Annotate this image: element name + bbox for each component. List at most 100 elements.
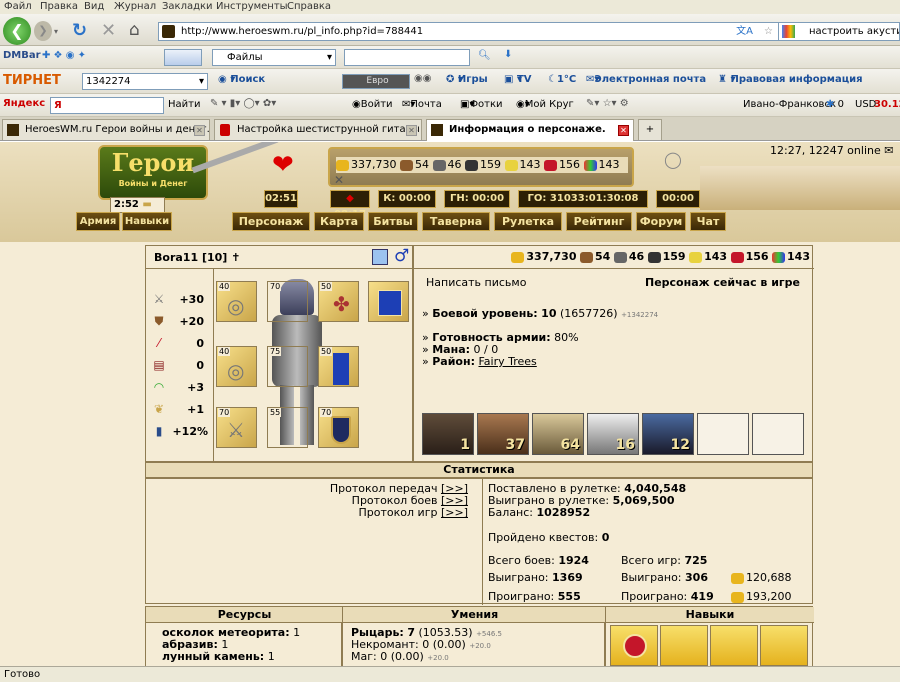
slot-boots[interactable]: 55 xyxy=(267,407,308,448)
tab-character-info[interactable]: Информация о персонаже. ✕ xyxy=(426,119,634,141)
search-box[interactable]: настроить акустичес xyxy=(778,22,900,41)
close-icon[interactable]: ✕ xyxy=(406,125,417,136)
yandex-search-input[interactable]: Я xyxy=(50,97,164,114)
slot-ring-1[interactable]: 40 ◎ xyxy=(216,281,257,322)
search-icon[interactable]: 🔍︎ xyxy=(478,50,491,61)
divider xyxy=(146,268,414,269)
menu-edit[interactable]: Правка xyxy=(40,1,78,12)
download-icon[interactable]: ⬇ xyxy=(504,49,512,60)
army-unit[interactable]: 12 xyxy=(642,413,694,455)
nav-rating[interactable]: Рейтинг xyxy=(566,212,632,231)
slot-ring-2[interactable]: 40 ◎ xyxy=(216,346,257,387)
tyrnet-search[interactable]: ◉ Поиск ▾ xyxy=(218,74,265,85)
tv-link[interactable]: ▣ TV ▾ xyxy=(504,74,532,85)
tab-heroeswm[interactable]: HeroesWM.ru Герои войны и денег. ... ✕ xyxy=(2,119,210,140)
slot-shield[interactable]: 70 xyxy=(318,407,359,448)
games-lost-label: Проиграно: xyxy=(621,590,688,603)
legal-link[interactable]: ♜ Правовая информация ▾ xyxy=(718,74,863,85)
nav-map[interactable]: Карта xyxy=(314,212,364,231)
tyrnet-input[interactable]: 1342274 ▾ xyxy=(82,73,208,90)
slot-armor[interactable]: 75 xyxy=(267,346,308,387)
menu-help[interactable]: Справка xyxy=(287,1,331,12)
nav-battles[interactable]: Битвы xyxy=(368,212,418,231)
translate-icon[interactable]: 文A xyxy=(736,23,753,40)
slot-amulet[interactable]: 50 ✤ xyxy=(318,281,359,322)
army-unit[interactable]: 1 xyxy=(422,413,474,455)
close-icon[interactable]: ✕ xyxy=(194,125,205,136)
reload-icon[interactable]: ↻ xyxy=(72,20,87,41)
mail-icon[interactable]: ✉ xyxy=(884,144,893,157)
yandex-extras-icon[interactable]: ✎▾ ☆▾ ⚙ xyxy=(586,98,629,109)
stop-icon[interactable]: ✕ xyxy=(101,20,116,41)
address-bar[interactable]: http://www.heroeswm.ru/pl_info.php?id=78… xyxy=(158,22,780,41)
login-link[interactable]: ◉ Войти xyxy=(352,99,393,110)
ring-icon: ◎ xyxy=(227,359,245,383)
menu-view[interactable]: Вид xyxy=(84,1,104,12)
slot-cloak[interactable]: 50 xyxy=(318,346,359,387)
games-won-value: 306 xyxy=(685,571,708,584)
yandex-find-button[interactable]: Найти xyxy=(168,99,200,110)
talent-slot[interactable] xyxy=(660,625,708,666)
tab-guitar[interactable]: Настройка шестиструнной гитары ✕ xyxy=(214,119,422,140)
army-unit[interactable]: 37 xyxy=(477,413,529,455)
nav-character[interactable]: Персонаж xyxy=(232,212,310,231)
district-link[interactable]: Fairy Trees xyxy=(478,355,536,368)
menu-tools[interactable]: Инструменты xyxy=(216,1,288,12)
online-status: Персонаж сейчас в игре xyxy=(644,276,800,289)
close-icon[interactable]: ✕ xyxy=(618,125,629,136)
write-letter-link[interactable]: Написать письмо xyxy=(426,276,526,289)
character-name[interactable]: Bora11 xyxy=(154,251,198,264)
nav-roulette[interactable]: Рулетка xyxy=(494,212,562,231)
mail-link[interactable]: ✉ Почта ▾ xyxy=(402,99,442,110)
slot-book[interactable] xyxy=(368,281,409,322)
skills-button[interactable]: Навыки xyxy=(122,212,172,231)
email-link[interactable]: ✉ Электронная почта ▾ xyxy=(586,74,706,85)
photos-link[interactable]: ▣ Фотки ▾ xyxy=(460,99,503,110)
dmbar-search-input[interactable] xyxy=(344,49,470,66)
game-logo[interactable]: Герои Войны и Денег xyxy=(98,145,208,200)
dmbar-tool-icon[interactable]: ✚ ❖ ◉ ✦ xyxy=(42,50,86,61)
menu-file[interactable]: Файл xyxy=(4,1,32,12)
back-arrow-icon[interactable]: ❮ xyxy=(3,17,31,45)
games-link[interactable]: ✪ Игры ▾ xyxy=(446,74,488,85)
army-unit[interactable]: 64 xyxy=(532,413,584,455)
talent-slot[interactable] xyxy=(710,625,758,666)
history-dropdown-icon[interactable]: ▾ xyxy=(54,27,58,36)
resource-value: 1 xyxy=(293,626,301,639)
initiative-icon: ▮ xyxy=(155,424,163,438)
bookmark-star-icon[interactable]: ☆ xyxy=(764,23,773,40)
media-controls-icon[interactable]: ◉◉ xyxy=(414,73,431,84)
skill-value: 0 xyxy=(380,650,388,663)
weather-temp[interactable]: ☾ 1°C xyxy=(548,74,576,85)
dmbar-button[interactable] xyxy=(164,49,202,66)
sword-icon: ⚔ xyxy=(227,418,245,442)
menu-bar: Файл Правка Вид Журнал Закладки Инструме… xyxy=(0,0,900,14)
city-label[interactable]: Ивано-Франковск xyxy=(743,99,836,110)
slot-helmet[interactable]: 70 xyxy=(267,281,308,322)
army-unit[interactable]: 16 xyxy=(587,413,639,455)
mail-label: Почта xyxy=(410,99,442,110)
nav-forum[interactable]: Форум xyxy=(636,212,686,231)
army-button[interactable]: Армия xyxy=(76,212,120,231)
forward-arrow-icon[interactable]: ❯ xyxy=(34,21,52,41)
weather-widget[interactable]: ✱ 0 xyxy=(826,99,844,110)
morale-icon: ❦ xyxy=(153,402,165,416)
temp-value: 1°C xyxy=(556,74,577,85)
new-tab-button[interactable]: + xyxy=(638,119,662,140)
slot-weapon[interactable]: 70 ⚔ xyxy=(216,407,257,448)
nav-tavern[interactable]: Таверна xyxy=(422,212,490,231)
talent-slot[interactable] xyxy=(610,625,658,666)
circle-link[interactable]: ◉ Мой Круг ▾ xyxy=(516,99,574,110)
scroll-icon[interactable] xyxy=(372,249,388,265)
files-select[interactable]: Файлы ▾ xyxy=(212,49,336,66)
timer-6: 00:00 xyxy=(656,190,700,208)
talent-slot[interactable] xyxy=(760,625,808,666)
menu-history[interactable]: Журнал xyxy=(114,1,156,12)
heart-icon[interactable]: ❤ xyxy=(272,150,294,180)
nav-chat[interactable]: Чат xyxy=(690,212,726,231)
yandex-tools-icon[interactable]: ✎ ▾ ▮▾ ◯▾ ✿▾ xyxy=(210,98,276,109)
home-icon[interactable]: ⌂ xyxy=(129,20,140,40)
euro-widget[interactable]: Евро xyxy=(342,74,410,89)
protocol-games-link[interactable]: [>>] xyxy=(441,506,468,519)
menu-bookmarks[interactable]: Закладки xyxy=(162,1,213,12)
